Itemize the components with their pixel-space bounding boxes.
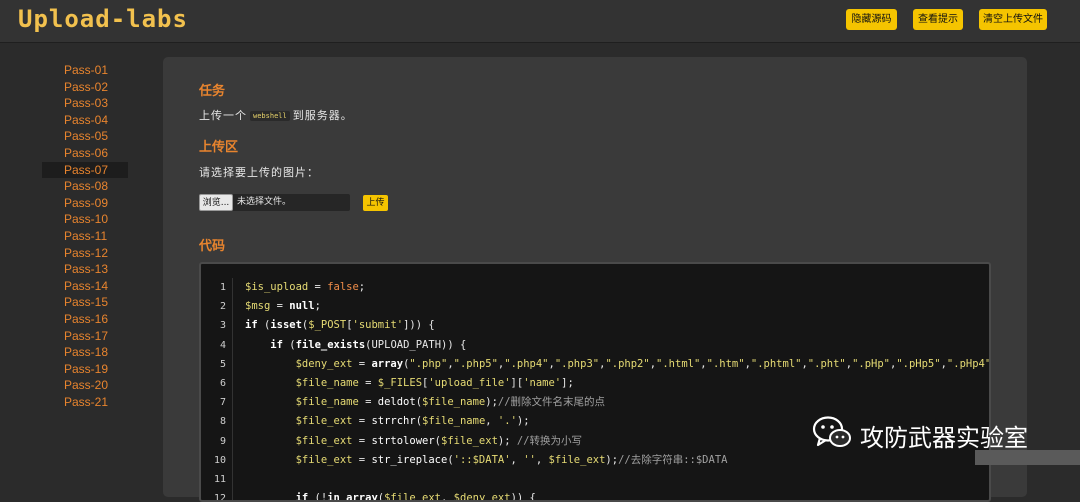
code-line: $is_upload = false; xyxy=(245,281,366,293)
sidebar-nav: Pass-01 Pass-02 Pass-03 Pass-04 Pass-05 Pass-… xyxy=(42,62,128,410)
line-number: 1 xyxy=(219,282,226,293)
clear-uploads-button[interactable]: 清空上传文件 xyxy=(979,9,1047,30)
sidebar-item-pass-17[interactable]: Pass-17 xyxy=(42,328,128,345)
code-line: $file_name = $_FILES['upload_file']['nam… xyxy=(295,376,574,389)
line-number: 8 xyxy=(219,416,226,428)
task-text-after: 到服务器。 xyxy=(292,109,353,122)
watermark-text: 攻防武器实验室 xyxy=(860,424,1028,452)
task-heading: 任务 xyxy=(199,83,226,98)
code-line: if (isset($_POST['submit'])) { xyxy=(245,319,435,332)
line-number: 2 xyxy=(219,301,226,313)
hide-source-button[interactable]: 隐藏源码 xyxy=(846,9,897,30)
line-number-gutter: 1 2 3 4 5 6 7 8 9 10 11 12 xyxy=(201,278,233,502)
task-description: 上传一个 webshell 到服务器。 xyxy=(199,107,353,123)
sidebar-item-pass-13[interactable]: Pass-13 xyxy=(42,261,128,278)
file-input[interactable]: 浏览... 未选择文件。 xyxy=(199,194,350,211)
upload-heading: 上传区 xyxy=(199,139,239,154)
webshell-code: webshell xyxy=(250,111,290,121)
sidebar-item-pass-01[interactable]: Pass-01 xyxy=(42,62,128,79)
sidebar-item-pass-11[interactable]: Pass-11 xyxy=(42,228,128,245)
sidebar-item-pass-03[interactable]: Pass-03 xyxy=(42,95,128,112)
line-number: 7 xyxy=(219,397,226,409)
upload-button[interactable]: 上传 xyxy=(363,195,388,211)
app-logo[interactable]: Upload-labs xyxy=(18,4,188,34)
sidebar-item-pass-02[interactable]: Pass-02 xyxy=(42,79,128,96)
sidebar-item-pass-15[interactable]: Pass-15 xyxy=(42,294,128,311)
code-line: $file_name = deldot($file_name);//删除文件名末… xyxy=(295,396,606,409)
sidebar-item-pass-20[interactable]: Pass-20 xyxy=(42,377,128,394)
upload-prompt: 请选择要上传的图片： xyxy=(199,166,319,179)
line-number: 6 xyxy=(219,377,226,389)
sidebar-item-pass-21[interactable]: Pass-21 xyxy=(42,394,128,411)
ime-toolbar[interactable] xyxy=(975,450,1080,465)
line-number: 4 xyxy=(219,339,226,351)
sidebar-item-pass-04[interactable]: Pass-04 xyxy=(42,112,128,129)
sidebar-item-pass-18[interactable]: Pass-18 xyxy=(42,344,128,361)
sidebar-item-pass-09[interactable]: Pass-09 xyxy=(42,195,128,212)
line-number: 10 xyxy=(213,454,226,466)
line-number: 12 xyxy=(213,493,226,502)
sidebar-item-pass-06[interactable]: Pass-06 xyxy=(42,145,128,162)
sidebar-item-pass-05[interactable]: Pass-05 xyxy=(42,128,128,145)
sidebar-item-pass-10[interactable]: Pass-10 xyxy=(42,211,128,228)
code-line: if (!in_array($file_ext, $deny_ext)) { xyxy=(295,492,536,502)
top-bar: Upload-labs 隐藏源码 查看提示 清空上传文件 xyxy=(0,0,1080,43)
line-number: 3 xyxy=(219,320,226,332)
sidebar-item-pass-16[interactable]: Pass-16 xyxy=(42,311,128,328)
code-lines: $is_upload = false; $msg = null; if (iss… xyxy=(245,278,991,502)
line-number: 11 xyxy=(213,473,226,485)
code-line: $deny_ext = array(".php",".php5",".php4"… xyxy=(295,357,991,370)
line-number: 9 xyxy=(219,435,226,447)
task-text-before: 上传一个 xyxy=(199,109,247,122)
code-line: $msg = null; xyxy=(245,300,321,313)
view-hint-button[interactable]: 查看提示 xyxy=(913,9,963,30)
line-number: 5 xyxy=(219,358,226,370)
sidebar-item-pass-07[interactable]: Pass-07 xyxy=(42,161,128,179)
no-file-text: 未选择文件。 xyxy=(237,197,292,207)
code-viewer[interactable]: 1 2 3 4 5 6 7 8 9 10 11 12 $is_upload = false; $msg… xyxy=(199,262,991,502)
wechat-icon xyxy=(812,416,851,447)
code-line: if (file_exists(UPLOAD_PATH)) { xyxy=(270,338,467,351)
browse-button[interactable]: 浏览... xyxy=(199,194,233,211)
code-heading: 代码 xyxy=(199,238,226,253)
sidebar-item-pass-08[interactable]: Pass-08 xyxy=(42,178,128,195)
sidebar-item-pass-19[interactable]: Pass-19 xyxy=(42,361,128,378)
sidebar-item-pass-14[interactable]: Pass-14 xyxy=(42,278,128,295)
sidebar-item-pass-12[interactable]: Pass-12 xyxy=(42,245,128,262)
